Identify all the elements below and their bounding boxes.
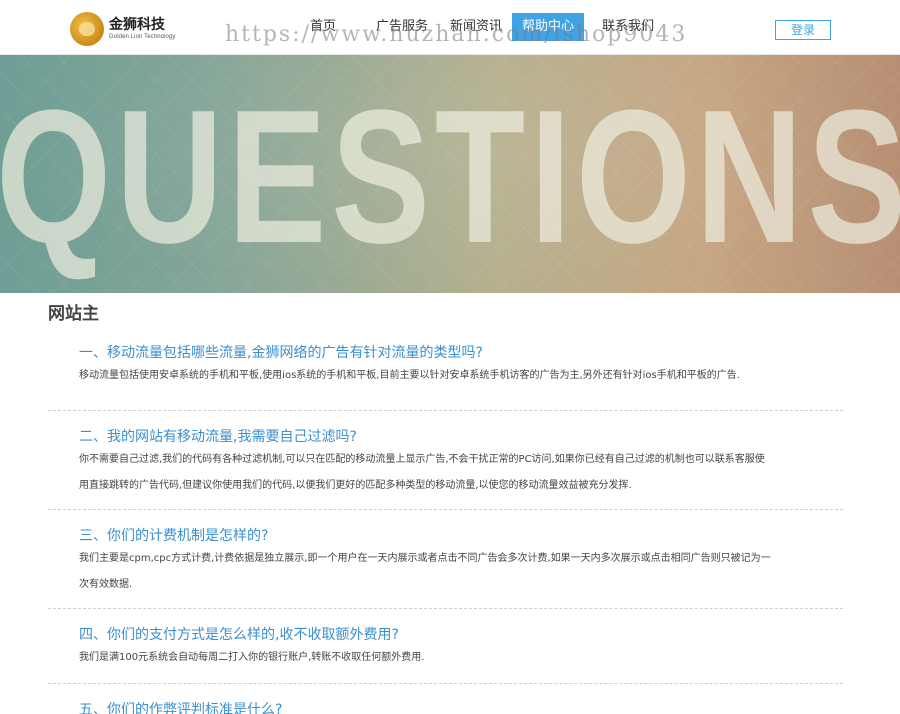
nav-item-news[interactable]: 新闻资讯: [440, 13, 512, 41]
faq-answer: 我们是满100元系统会自动每周二打入你的银行账户,转账不收取任何额外费用.: [79, 652, 425, 663]
faq-question: 二、我的网站有移动流量,我需要自己过滤吗?: [79, 429, 357, 445]
logo[interactable]: 金狮科技 Golden Lion Technology: [70, 12, 175, 46]
faq-item: 三、你们的计费机制是怎样的? 我们主要是cpm,cpc方式计费,计费依据是独立展…: [48, 510, 843, 609]
section-title: 网站主: [48, 304, 99, 324]
lion-logo-icon: [70, 12, 104, 46]
hero-banner: QUESTIONS: [0, 55, 900, 293]
faq-item: 四、你们的支付方式是怎么样的,收不收取额外费用? 我们是满100元系统会自动每周…: [48, 609, 843, 684]
faq-answer: 移动流量包括使用安卓系统的手机和平板,使用ios系统的手机和平板,目前主要以针对…: [79, 370, 740, 381]
nav-item-home[interactable]: 首页: [300, 13, 346, 41]
main-nav: 首页 广告服务 新闻资讯 帮助中心 联系我们: [300, 13, 664, 43]
site-header: 金狮科技 Golden Lion Technology 首页 广告服务 新闻资讯…: [0, 0, 900, 55]
faq-item: 一、移动流量包括哪些流量,金狮网络的广告有针对流量的类型吗? 移动流量包括使用安…: [48, 343, 843, 411]
faq-answer-line: 你不需要自己过滤,我们的代码有各种过滤机制,可以只在匹配的移动流量上显示广告,不…: [79, 454, 765, 465]
faq-answer-line: 用直接跳转的广告代码,但建议你使用我们的代码,以便我们更好的匹配多种类型的移动流…: [79, 480, 632, 491]
logo-subtitle: Golden Lion Technology: [109, 33, 176, 40]
faq-item: 五、你们的作弊评判标准是什么?: [48, 684, 843, 714]
faq-question: 一、移动流量包括哪些流量,金狮网络的广告有针对流量的类型吗?: [79, 345, 483, 361]
faq-question: 三、你们的计费机制是怎样的?: [79, 528, 269, 544]
faq-answer-line: 我们主要是cpm,cpc方式计费,计费依据是独立展示,即一个用户在一天内展示或者…: [79, 553, 771, 564]
banner-word: QUESTIONS: [0, 71, 900, 283]
faq-content: 网站主 一、移动流量包括哪些流量,金狮网络的广告有针对流量的类型吗? 移动流量包…: [48, 293, 843, 714]
nav-item-help-center[interactable]: 帮助中心: [512, 13, 585, 41]
logo-title: 金狮科技: [109, 16, 165, 33]
nav-item-contact[interactable]: 联系我们: [592, 13, 664, 41]
faq-question: 五、你们的作弊评判标准是什么?: [79, 702, 283, 714]
faq-question: 四、你们的支付方式是怎么样的,收不收取额外费用?: [79, 627, 399, 643]
nav-item-ad-service[interactable]: 广告服务: [366, 13, 438, 41]
faq-item: 二、我的网站有移动流量,我需要自己过滤吗? 你不需要自己过滤,我们的代码有各种过…: [48, 411, 843, 510]
login-button[interactable]: 登录: [775, 20, 831, 40]
faq-answer-line: 次有效数据.: [79, 579, 133, 590]
